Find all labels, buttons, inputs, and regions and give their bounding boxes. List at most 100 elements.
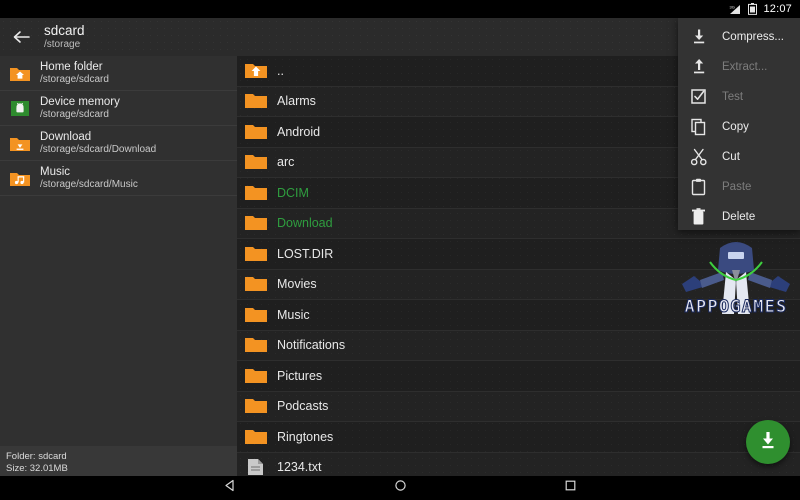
folder-icon [243,334,269,356]
file-name: Android [277,124,321,139]
android-device-icon [8,97,32,119]
sidebar-item-device-memory[interactable]: Device memory /storage/sdcard [0,91,237,126]
status-folder: Folder: sdcard [6,450,67,462]
file-name: Music [277,307,310,322]
download-folder-icon [8,132,32,154]
nav-home-icon [394,479,407,497]
nav-back-icon [224,479,237,497]
status-bar-clock: 12:07 [763,3,792,15]
folder-icon [243,151,269,173]
folder-icon [243,426,269,448]
text-file-icon [243,456,269,476]
file-name: Ringtones [277,429,334,444]
sidebar-item-path: /storage/sdcard [40,74,109,86]
folder-icon [243,243,269,265]
folder-icon [243,273,269,295]
file-name: DCIM [277,185,309,200]
extract-icon [688,56,710,78]
sidebar-status-bar: Folder: sdcard Size: 32.01MB [0,446,237,476]
status-bar: 3G 12:07 [0,0,800,18]
download-fab-button[interactable] [746,420,790,464]
table-row[interactable]: Pictures [237,361,800,392]
sidebar-item-text: Download /storage/sdcard/Download [40,131,156,156]
nav-recents-button[interactable] [555,476,585,500]
menu-item-paste: Paste [678,172,800,202]
copy-icon [688,116,710,138]
file-name: Alarms [277,94,316,109]
battery-icon [748,3,758,15]
menu-item-cut[interactable]: Cut [678,142,800,172]
breadcrumb: sdcard /storage [44,22,85,51]
sidebar-item-text: Device memory /storage/sdcard [40,96,120,121]
table-row[interactable]: 1234.txt [237,453,800,477]
nav-home-button[interactable] [385,476,415,500]
sidebar-item-label: Home folder [40,60,103,73]
svg-text:3G: 3G [730,4,735,9]
menu-item-label: Delete [722,211,756,223]
music-folder-icon [8,167,32,189]
table-row[interactable]: Podcasts [237,392,800,422]
cut-icon [688,146,710,168]
sidebar-item-text: Home folder /storage/sdcard [40,61,109,86]
file-name: 1234.txt [277,460,322,475]
compress-icon [688,26,710,48]
delete-icon [688,206,710,228]
sidebar-item-download[interactable]: Download /storage/sdcard/Download [0,126,237,161]
sidebar: Home folder /storage/sdcard Device memor… [0,56,237,476]
table-row[interactable]: Notifications [237,331,800,361]
table-row[interactable]: Movies [237,270,800,300]
nav-back-button[interactable] [215,476,245,500]
table-row[interactable]: Music [237,300,800,331]
page-title: sdcard [44,22,85,38]
menu-item-label: Paste [722,181,752,193]
sidebar-item-label: Device memory [40,95,120,108]
menu-item-copy[interactable]: Copy [678,112,800,142]
menu-item-test: Test [678,82,800,112]
folder-icon [243,212,269,234]
table-row[interactable]: Ringtones [237,422,800,453]
file-name: Podcasts [277,399,329,414]
sidebar-item-path: /storage/sdcard [40,109,109,121]
paste-icon [688,176,710,198]
file-name: Movies [277,277,317,292]
menu-item-label: Copy [722,121,749,133]
folder-icon [243,365,269,387]
file-name: Download [277,216,333,231]
folder-icon [243,395,269,417]
file-name: arc [277,155,295,170]
nav-recents-icon [564,479,577,497]
sidebar-item-path: /storage/sdcard/Music [40,179,138,191]
sidebar-item-text: Music /storage/sdcard/Music [40,166,138,191]
status-size: Size: 32.01MB [6,462,68,474]
table-row[interactable]: LOST.DIR [237,239,800,270]
folder-icon [243,90,269,112]
menu-item-label: Compress... [722,31,784,43]
menu-item-compress[interactable]: Compress... [678,22,800,52]
parent-folder-icon [243,60,269,82]
home-folder-icon [8,62,32,84]
menu-item-label: Extract... [722,61,768,73]
menu-item-extract: Extract... [678,52,800,82]
file-manager-screen: 3G 12:07 sdcard /storage Home folder /st… [0,0,800,500]
file-name: Notifications [277,338,346,353]
sidebar-item-home-folder[interactable]: Home folder /storage/sdcard [0,56,237,91]
back-button[interactable] [0,18,44,56]
file-name: .. [277,63,284,78]
sidebar-item-path: /storage/sdcard/Download [40,144,157,156]
folder-icon [243,182,269,204]
file-name: Pictures [277,368,323,383]
folder-icon [243,304,269,326]
menu-item-label: Cut [722,151,740,163]
menu-item-delete[interactable]: Delete [678,202,800,232]
sidebar-item-label: Music [40,165,71,178]
page-subtitle: /storage [44,38,81,50]
sidebar-item-music[interactable]: Music /storage/sdcard/Music [0,161,237,196]
android-nav-bar [0,476,800,500]
sidebar-item-label: Download [40,130,92,143]
folder-icon [243,121,269,143]
file-name: LOST.DIR [277,246,334,261]
menu-item-label: Test [722,91,744,103]
download-icon [757,429,779,456]
test-icon [688,86,710,108]
signal-icon: 3G [729,4,742,15]
